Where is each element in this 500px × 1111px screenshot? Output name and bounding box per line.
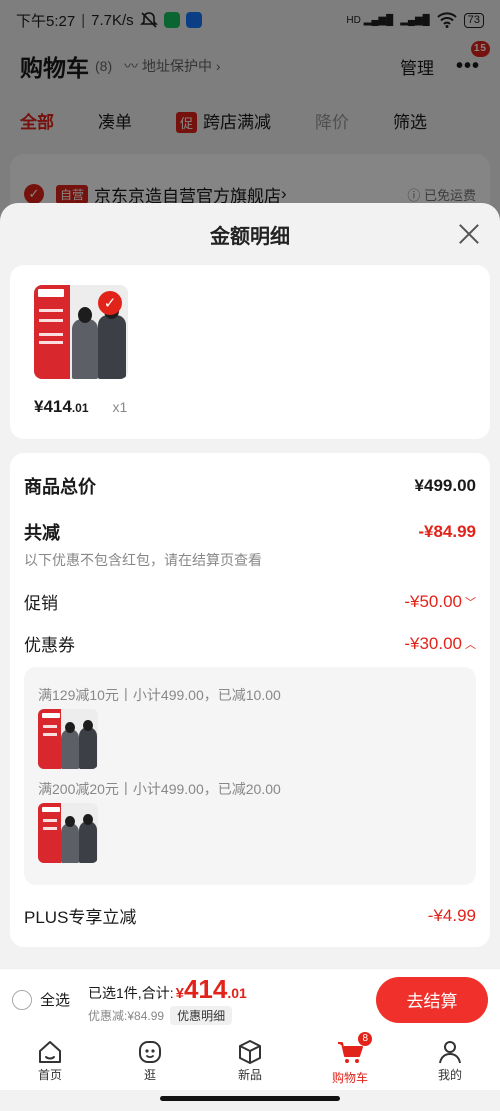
coupon-row[interactable]: 优惠券 -¥30.00 ︿ — [24, 631, 476, 656]
discount-total: 优惠减:¥84.99 — [88, 1009, 165, 1023]
sum-int: 414 — [183, 974, 228, 1004]
nav-cart-label: 购物车 — [331, 1071, 368, 1085]
checkout-bar: 全选 已选1件,合计: ¥ 414 .01 优惠减:¥84.99 优惠明细 去结… — [0, 968, 500, 1030]
discount-note: 以下优惠不包含红包，请在结算页查看 — [24, 552, 262, 568]
home-icon — [39, 1041, 61, 1063]
coupon-product-image-1 — [38, 709, 98, 769]
price-int: 414 — [43, 397, 72, 416]
nav-new[interactable]: 新品 — [200, 1030, 300, 1090]
nav-browse[interactable]: 逛 — [100, 1030, 200, 1090]
sum-dec: .01 — [227, 985, 247, 1001]
sum-block: 已选1件,合计: ¥ 414 .01 优惠减:¥84.99 优惠明细 — [88, 974, 247, 1025]
chevron-down-icon: ﹀ — [465, 596, 476, 609]
quantity: x1 — [112, 399, 128, 415]
coupon-item-1: 满129减10元丨小计499.00，已减10.00 — [38, 687, 281, 703]
coupon-item-2: 满200减20元丨小计499.00，已减20.00 — [38, 781, 281, 797]
promo-label: 促销 — [24, 594, 58, 613]
price-detail-card: 商品总价 ¥499.00 共减 -¥84.99 以下优惠不包含红包，请在结算页查… — [10, 453, 490, 947]
reduce-label: 共减 — [24, 523, 60, 543]
checkout-button[interactable]: 去结算 — [376, 976, 488, 1023]
selected-text: 已选1件,合计: — [88, 985, 174, 1001]
nav-browse-label: 逛 — [143, 1068, 156, 1082]
close-icon[interactable] — [456, 221, 482, 247]
price-symbol: ¥ — [34, 397, 44, 416]
sheet-title: 金额明细 — [210, 225, 290, 248]
nav-home[interactable]: 首页 — [0, 1030, 100, 1090]
gesture-bar — [160, 1096, 340, 1101]
select-all-radio[interactable] — [12, 989, 32, 1010]
user-icon — [439, 1041, 461, 1064]
total-label: 商品总价 — [24, 477, 96, 497]
nav-new-label: 新品 — [237, 1068, 262, 1082]
reduce-value: -¥84.99 — [418, 522, 476, 541]
box-icon — [239, 1040, 261, 1064]
sum-symbol: ¥ — [175, 985, 184, 1002]
promo-row[interactable]: 促销 -¥50.00 ﹀ — [24, 589, 476, 614]
nav-home-label: 首页 — [37, 1068, 62, 1082]
plus-label: PLUS专享立减 — [24, 908, 137, 927]
discount-detail-button[interactable]: 优惠明细 — [170, 1006, 233, 1025]
coupon-list: 满129减10元丨小计499.00，已减10.00 满200减20元丨小计499… — [24, 667, 476, 885]
coupon-value: -¥30.00 — [404, 633, 462, 653]
coupon-label: 优惠券 — [24, 636, 75, 655]
product-image[interactable]: ✓ — [34, 285, 128, 379]
cart-badge: 8 — [358, 1032, 372, 1046]
selected-check-icon: ✓ — [98, 291, 122, 315]
coupon-product-image-2 — [38, 803, 98, 863]
reduce-row: 共减 -¥84.99 — [24, 519, 476, 545]
plus-value: -¥4.99 — [427, 905, 476, 925]
select-all-label[interactable]: 全选 — [40, 989, 70, 1010]
nav-me[interactable]: 我的 — [400, 1030, 500, 1090]
promo-value: -¥50.00 — [404, 591, 462, 611]
price-dec: .01 — [71, 401, 89, 415]
bottom-navbar: 首页 逛 新品 8 购物车 我的 — [0, 1030, 500, 1090]
product-price-row: ¥ 414 .01 x1 — [34, 397, 466, 417]
total-row: 商品总价 ¥499.00 — [24, 473, 476, 499]
sheet-header: 金额明细 — [0, 203, 500, 265]
product-card: ✓ ¥ 414 .01 x1 — [10, 265, 490, 439]
chevron-up-icon: ︿ — [465, 638, 476, 651]
plus-row: PLUS专享立减 -¥4.99 — [24, 903, 476, 928]
nav-me-label: 我的 — [437, 1068, 462, 1082]
browse-icon — [139, 1041, 161, 1063]
total-value: ¥499.00 — [414, 476, 476, 495]
nav-cart[interactable]: 8 购物车 — [300, 1030, 400, 1090]
